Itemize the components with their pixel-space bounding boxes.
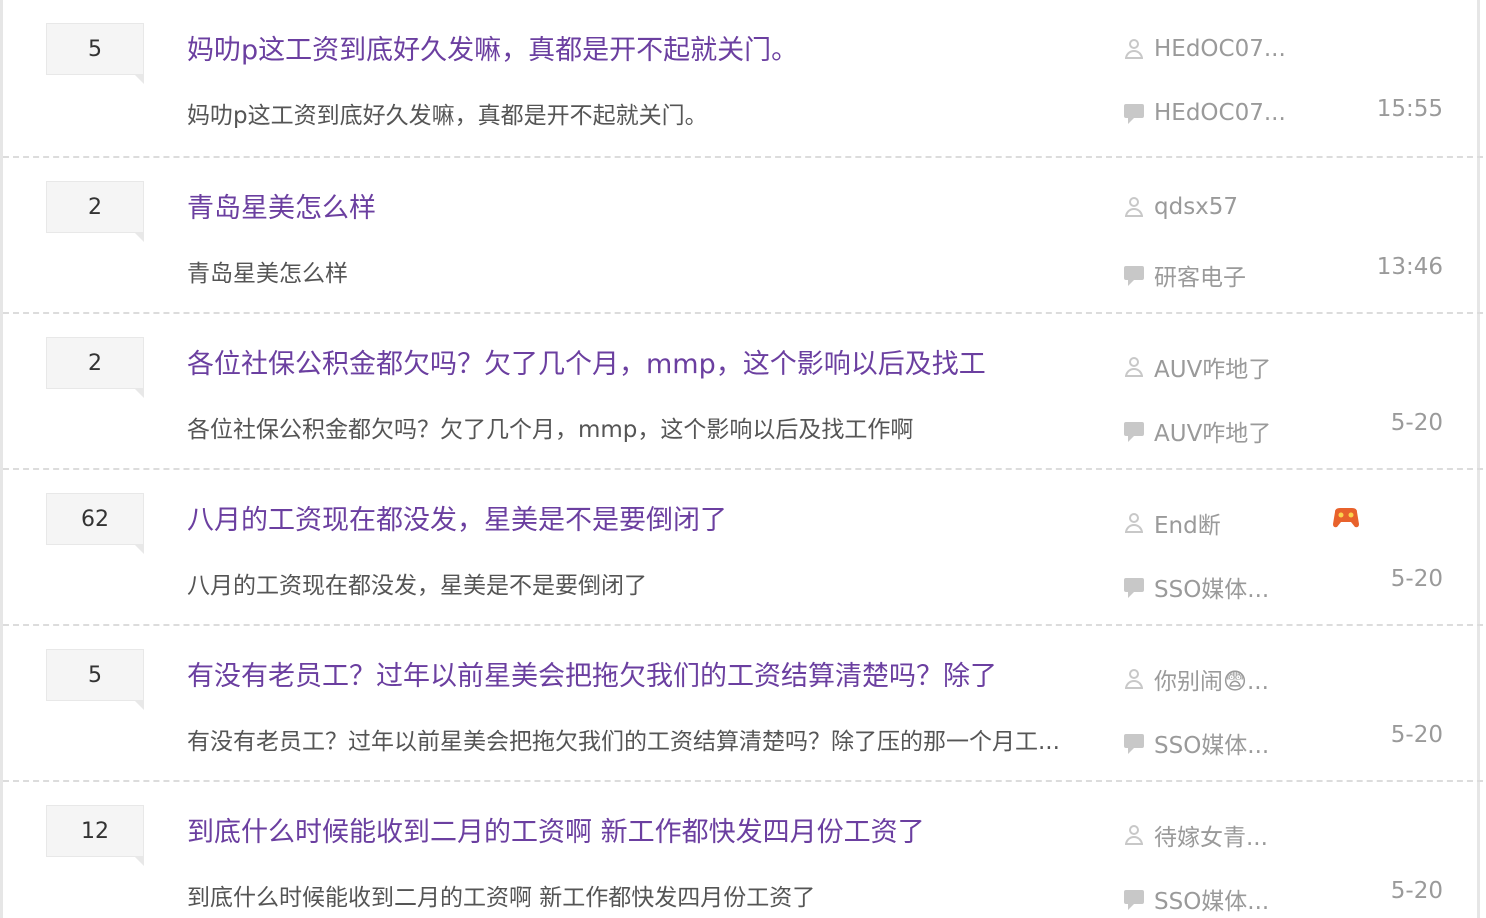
thread-author[interactable]: HEdOC07... [1123,36,1286,62]
reply-count: 2 [46,337,144,398]
thread-row: 12 到底什么时候能收到二月的工资啊 新工作都快发四月份工资了 到底什么时候能收… [3,782,1483,918]
last-reply[interactable]: 研客电子 [1123,258,1246,292]
last-replier-name[interactable]: 研客电子 [1154,258,1246,292]
thread-author[interactable]: 你别闹😨... [1123,662,1269,696]
thread-list: 5 妈叻p这工资到底好久发嘛，真都是开不起就关门。 妈叻p这工资到底好久发嘛，真… [0,0,1483,918]
user-icon [1123,356,1145,378]
last-reply[interactable]: SSO媒体... [1123,570,1269,604]
author-name[interactable]: qdsx57 [1154,194,1238,220]
user-icon [1123,38,1145,60]
thread-excerpt: 到底什么时候能收到二月的工资啊 新工作都快发四月份工资了 [187,885,816,911]
game-badge-icon [1333,508,1359,528]
last-replier-name[interactable]: AUV咋地了 [1154,414,1271,448]
last-replier-name[interactable]: SSO媒体... [1154,726,1269,760]
last-reply[interactable]: AUV咋地了 [1123,414,1271,448]
comment-icon [1123,264,1145,286]
thread-excerpt: 青岛星美怎么样 [187,261,348,287]
thread-author[interactable]: qdsx57 [1123,194,1238,220]
last-reply-time: 15:55 [1376,96,1443,122]
last-replier-name[interactable]: HEdOC07... [1154,100,1286,126]
thread-author[interactable]: AUV咋地了 [1123,350,1271,384]
thread-title-link[interactable]: 青岛星美怎么样 [187,186,376,225]
last-reply[interactable]: HEdOC07... [1123,100,1286,126]
comment-icon [1123,102,1145,124]
thread-row: 2 各位社保公积金都欠吗？欠了几个月，mmp，这个影响以后及找工 各位社保公积金… [3,314,1483,470]
last-reply[interactable]: SSO媒体... [1123,726,1269,760]
thread-excerpt: 有没有老员工？过年以前星美会把拖欠我们的工资结算清楚吗？除了压的那一个月工... [187,729,1060,755]
comment-icon [1123,732,1145,754]
thread-author[interactable]: End断 [1123,506,1221,540]
author-name[interactable]: AUV咋地了 [1154,350,1271,384]
thread-author[interactable]: 待嫁女青... [1123,818,1268,852]
thread-title-link[interactable]: 八月的工资现在都没发，星美是不是要倒闭了 [187,498,727,537]
last-replier-name[interactable]: SSO媒体... [1154,882,1269,916]
last-reply-time: 5-20 [1390,566,1443,592]
author-name[interactable]: End断 [1154,506,1221,540]
thread-excerpt: 八月的工资现在都没发，星美是不是要倒闭了 [187,573,647,599]
thread-row: 5 妈叻p这工资到底好久发嘛，真都是开不起就关门。 妈叻p这工资到底好久发嘛，真… [3,0,1483,158]
last-reply-time: 5-20 [1390,722,1443,748]
author-name[interactable]: 你别闹😨... [1154,662,1269,696]
last-replier-name[interactable]: SSO媒体... [1154,570,1269,604]
user-icon [1123,668,1145,690]
last-reply-time: 5-20 [1390,878,1443,904]
last-reply-time: 13:46 [1376,254,1443,280]
author-name[interactable]: HEdOC07... [1154,36,1286,62]
thread-row: 2 青岛星美怎么样 青岛星美怎么样 qdsx57 研客电子 13:46 [3,158,1483,314]
thread-row: 62 八月的工资现在都没发，星美是不是要倒闭了 八月的工资现在都没发，星美是不是… [3,470,1483,626]
thread-title-link[interactable]: 到底什么时候能收到二月的工资啊 新工作都快发四月份工资了 [187,810,925,849]
thread-row: 5 有没有老员工？过年以前星美会把拖欠我们的工资结算清楚吗？除了 有没有老员工？… [3,626,1483,782]
thread-title-link[interactable]: 各位社保公积金都欠吗？欠了几个月，mmp，这个影响以后及找工 [187,342,986,381]
comment-icon [1123,888,1145,910]
comment-icon [1123,576,1145,598]
user-icon [1123,824,1145,846]
reply-count: 5 [46,649,144,710]
reply-count: 12 [46,805,144,866]
comment-icon [1123,420,1145,442]
thread-excerpt: 妈叻p这工资到底好久发嘛，真都是开不起就关门。 [187,103,708,129]
reply-count: 62 [46,493,144,554]
user-icon [1123,512,1145,534]
thread-excerpt: 各位社保公积金都欠吗？欠了几个月，mmp，这个影响以后及找工作啊 [187,417,914,443]
author-name[interactable]: 待嫁女青... [1154,818,1268,852]
reply-count: 2 [46,181,144,242]
last-reply[interactable]: SSO媒体... [1123,882,1269,916]
thread-title-link[interactable]: 有没有老员工？过年以前星美会把拖欠我们的工资结算清楚吗？除了 [187,654,997,693]
last-reply-time: 5-20 [1390,410,1443,436]
reply-count: 5 [46,23,144,84]
thread-title-link[interactable]: 妈叻p这工资到底好久发嘛，真都是开不起就关门。 [187,28,798,67]
user-icon [1123,196,1145,218]
